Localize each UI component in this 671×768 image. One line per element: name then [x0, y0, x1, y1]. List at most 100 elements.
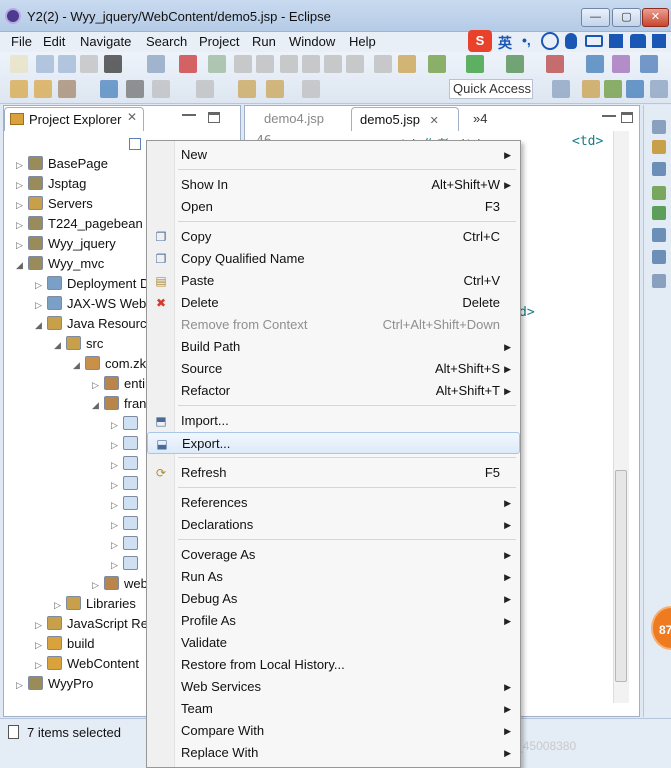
chevron-right-icon[interactable]: ▷ [111, 495, 123, 515]
ime-punct-toggle[interactable]: •, [522, 32, 531, 48]
terminate-icon[interactable] [256, 55, 274, 73]
menu-edit[interactable]: Edit [42, 32, 66, 52]
chevron-right-icon[interactable]: ▷ [111, 515, 123, 535]
tree-item[interactable]: ▷ [111, 534, 143, 554]
chevron-right-icon[interactable]: ▷ [16, 195, 28, 215]
chevron-down-icon[interactable]: ◢ [54, 335, 66, 355]
tree-item[interactable]: ▷ enti [92, 374, 145, 394]
code-line-right[interactable]: <td> [572, 134, 603, 149]
profile-icon[interactable] [104, 55, 122, 73]
forward-icon[interactable] [302, 80, 320, 98]
chevron-right-icon[interactable]: ▷ [92, 375, 104, 395]
tab-demo5[interactable]: demo5.jsp ✕ [351, 107, 459, 131]
team-icon[interactable] [650, 80, 668, 98]
chevron-down-icon[interactable]: ◢ [35, 315, 47, 335]
folder-icon[interactable] [34, 80, 52, 98]
java-ee-icon[interactable] [582, 80, 600, 98]
drop-frame-icon[interactable] [374, 55, 392, 73]
chevron-right-icon[interactable]: ▷ [54, 595, 66, 615]
save-icon[interactable] [36, 55, 54, 73]
menu-project[interactable]: Project [198, 32, 240, 52]
menu-item-debug-as[interactable]: Debug As ▶ [147, 588, 520, 610]
new-icon[interactable] [10, 55, 28, 73]
ime-mic-icon[interactable] [565, 33, 577, 49]
back-icon[interactable] [238, 80, 256, 98]
collapse-all-icon[interactable] [129, 138, 141, 150]
menu-item-delete[interactable]: ✖ Delete Delete [147, 292, 520, 314]
tree-item[interactable]: ▷ WebContent [35, 654, 139, 674]
menu-item-validate[interactable]: Validate [147, 632, 520, 654]
menu-window[interactable]: Window [288, 32, 336, 52]
minimize-view-icon[interactable] [182, 112, 196, 116]
debug-icon[interactable] [428, 55, 446, 73]
maximize-view-icon[interactable] [208, 112, 220, 123]
menu-file[interactable]: File [10, 32, 33, 52]
menu-search[interactable]: Search [145, 32, 188, 52]
search-icon[interactable] [640, 55, 658, 73]
hierarchy-icon[interactable] [652, 162, 666, 176]
tree-item[interactable]: ▷ [111, 414, 143, 434]
print-icon[interactable] [80, 55, 98, 73]
tree-item[interactable]: ▷ [111, 494, 143, 514]
tree-item[interactable]: ▷ build [35, 634, 94, 654]
ime-skin-icon[interactable] [630, 34, 646, 48]
menu-item-copy-qualified-name[interactable]: ❐ Copy Qualified Name [147, 248, 520, 270]
chevron-right-icon[interactable]: ▷ [16, 235, 28, 255]
open-folder-icon[interactable] [10, 80, 28, 98]
resume-icon[interactable] [208, 55, 226, 73]
menu-item-replace-with[interactable]: Replace With ▶ [147, 742, 520, 764]
menu-item-coverage-as[interactable]: Coverage As ▶ [147, 544, 520, 566]
tree-item[interactable]: ▷ BasePage [16, 154, 108, 174]
tree-item[interactable]: ◢ Wyy_mvc [16, 254, 104, 274]
disconnect-icon[interactable] [280, 55, 298, 73]
chevron-right-icon[interactable]: ▷ [111, 455, 123, 475]
tree-item[interactable]: ◢ com.zk [73, 354, 146, 374]
menu-item-references[interactable]: References ▶ [147, 492, 520, 514]
tree-item[interactable]: ◢ fran [92, 394, 146, 414]
menu-item-refresh[interactable]: ⟳ Refresh F5 [147, 462, 520, 484]
close-button[interactable]: ✕ [642, 8, 669, 27]
filter-icon[interactable] [398, 55, 416, 73]
chevron-right-icon[interactable]: ▷ [111, 435, 123, 455]
tree-item[interactable]: ▷ Servers [16, 194, 93, 214]
servers-icon[interactable] [652, 250, 666, 264]
menu-item-declarations[interactable]: Declarations ▶ [147, 514, 520, 536]
chevron-down-icon[interactable]: ◢ [92, 395, 104, 415]
close-icon[interactable]: ✕ [430, 115, 439, 127]
menu-item-restore-from-local-history[interactable]: Restore from Local History... [147, 654, 520, 676]
menu-item-show-in[interactable]: Show In Alt+Shift+W ▶ [147, 174, 520, 196]
ime-emoji-icon[interactable] [541, 32, 559, 50]
ime-grid-icon[interactable] [652, 34, 666, 48]
menu-item-source[interactable]: Source Alt+Shift+S ▶ [147, 358, 520, 380]
tab-overflow[interactable]: »4 [465, 107, 487, 131]
menu-run[interactable]: Run [251, 32, 277, 52]
run-icon[interactable] [466, 55, 484, 73]
tree-item[interactable]: ▷ WyyPro [16, 674, 93, 694]
menu-item-new[interactable]: New ▶ [147, 144, 520, 166]
terminal-icon[interactable] [147, 55, 165, 73]
menu-item-import[interactable]: ⬒ Import... [147, 410, 520, 432]
menu-item-compare-with[interactable]: Compare With ▶ [147, 720, 520, 742]
suspend-icon[interactable] [234, 55, 252, 73]
menu-item-web-services[interactable]: Web Services ▶ [147, 676, 520, 698]
open-type-icon[interactable] [612, 55, 630, 73]
tree-item[interactable]: ▷ [111, 434, 143, 454]
save-all-icon[interactable] [58, 55, 76, 73]
next-annotation-icon[interactable] [152, 80, 170, 98]
chevron-right-icon[interactable]: ▷ [35, 635, 47, 655]
maximize-editor-icon[interactable] [621, 112, 633, 123]
outline-icon[interactable] [652, 140, 666, 154]
chevron-right-icon[interactable]: ▷ [111, 475, 123, 495]
menu-item-copy[interactable]: ❐ Copy Ctrl+C [147, 226, 520, 248]
perspective-icon[interactable] [552, 80, 570, 98]
console-icon[interactable] [652, 228, 666, 242]
tree-item[interactable]: ▷ [111, 514, 143, 534]
step-into-icon[interactable] [302, 55, 320, 73]
chevron-right-icon[interactable]: ▷ [16, 215, 28, 235]
debug-perspective-icon[interactable] [604, 80, 622, 98]
ime-keyboard-icon[interactable] [585, 35, 603, 47]
search-icon[interactable] [126, 80, 144, 98]
menu-item-paste[interactable]: ▤ Paste Ctrl+V [147, 270, 520, 292]
chevron-down-icon[interactable]: ◢ [16, 255, 28, 275]
chevron-right-icon[interactable]: ▷ [35, 295, 47, 315]
